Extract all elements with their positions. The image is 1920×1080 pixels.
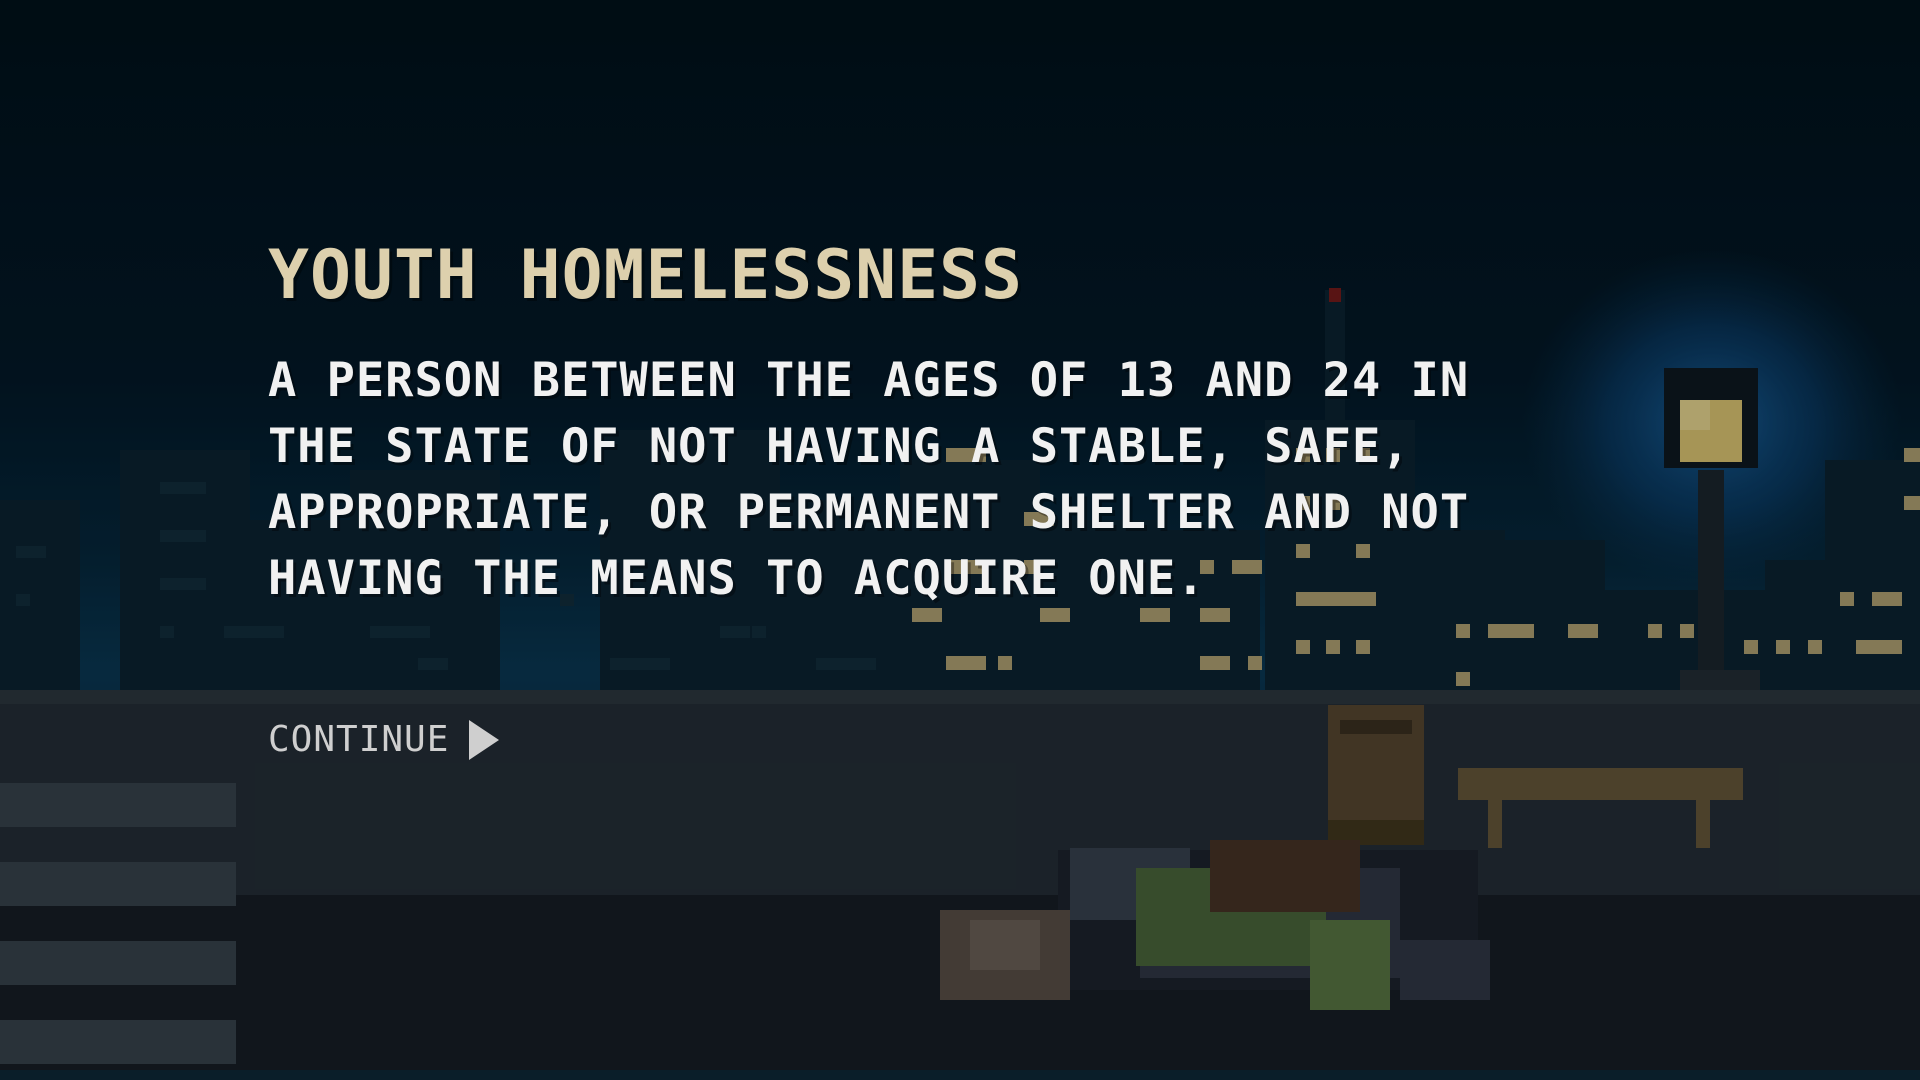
definition-text: A PERSON BETWEEN THE AGES OF 13 AND 24 I… — [268, 348, 1470, 612]
antenna-light — [1329, 288, 1341, 302]
definition-line: A PERSON BETWEEN THE AGES OF 13 AND 24 I… — [268, 353, 1470, 408]
play-arrow-icon — [469, 720, 500, 760]
game-scene: YOUTH HOMELESSNESS A PERSON BETWEEN THE … — [0, 0, 1920, 1080]
trash-can — [1328, 705, 1424, 845]
continue-button[interactable]: CONTINUE — [268, 718, 500, 760]
definition-line: HAVING THE MEANS TO ACQUIRE ONE. — [268, 551, 1206, 606]
definition-line: APPROPRIATE, OR PERMANENT SHELTER AND NO… — [268, 485, 1470, 540]
page-title: YOUTH HOMELESSNESS — [268, 236, 1023, 315]
definition-line: THE STATE OF NOT HAVING A STABLE, SAFE, — [268, 419, 1411, 474]
continue-label: CONTINUE — [268, 718, 450, 760]
